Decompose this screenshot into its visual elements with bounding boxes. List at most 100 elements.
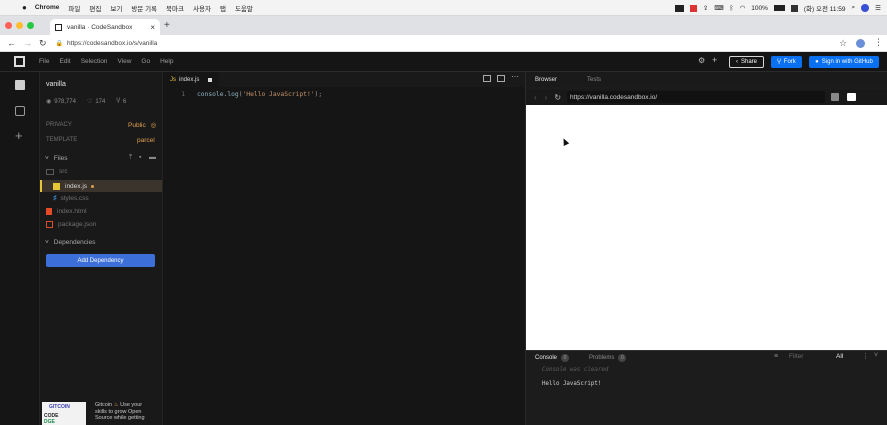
create-sandbox-icon[interactable]: + xyxy=(712,55,717,65)
editor-tab-index-js[interactable]: Js index.js xyxy=(163,72,219,87)
bookmark-star-icon[interactable]: ☆ xyxy=(839,38,847,49)
split-editor-icon[interactable] xyxy=(483,75,491,82)
control-center-icon[interactable]: ☰ xyxy=(875,4,881,12)
profile-avatar[interactable] xyxy=(856,39,865,48)
console-panel: Console 0 Problems 0 ≡ Filter All ⋮ ˅ Co… xyxy=(526,350,887,425)
upload-file-icon[interactable]: ⤒ xyxy=(129,154,132,162)
console-line-cleared: Console was cleared xyxy=(542,367,609,373)
app-menu-help[interactable]: Help xyxy=(160,58,173,65)
likes-icon[interactable]: ♡ xyxy=(87,98,92,105)
app-menu-selection[interactable]: Selection xyxy=(81,58,108,65)
add-dependency-button[interactable]: Add Dependency xyxy=(46,254,155,267)
chevron-down-icon: ˅ xyxy=(45,155,49,162)
sign-in-github-button[interactable]: ● Sign in with GitHub xyxy=(809,56,879,68)
codesandbox-logo-icon[interactable] xyxy=(14,56,25,67)
apple-icon[interactable]: ● xyxy=(22,3,27,12)
tab-problems[interactable]: Problems xyxy=(589,355,614,361)
menu-app-name[interactable]: Chrome xyxy=(35,4,60,11)
window-close-icon[interactable] xyxy=(5,22,12,29)
deployment-icon[interactable] xyxy=(15,106,25,116)
status-area: ⇪ ⌨ ᛒ ◠ 100% (화) 오전 11:59 ⌕ ☰ xyxy=(674,0,881,16)
menu-tab[interactable]: 탭 xyxy=(220,3,226,13)
menu-help[interactable]: 도움말 xyxy=(235,3,253,13)
preview-refresh-icon[interactable]: ↻ xyxy=(554,93,561,102)
menu-clock[interactable]: (화) 오전 11:59 xyxy=(804,3,846,13)
menu-file[interactable]: 파일 xyxy=(68,3,80,13)
copy-url-icon[interactable] xyxy=(831,93,840,101)
siri-icon[interactable] xyxy=(861,4,870,12)
file-tree-item-index-js[interactable]: index.js xyxy=(40,180,162,192)
preview-url-field[interactable]: https://vanilla.codesandbox.io/ xyxy=(567,91,826,103)
tab-title: vanilla · CodeSandbox xyxy=(67,23,133,31)
new-file-icon[interactable]: ▪ xyxy=(139,154,141,161)
more-options-icon[interactable]: ⋯ xyxy=(511,72,519,81)
window-minimize-icon[interactable] xyxy=(16,22,23,29)
keyboard-input-icon[interactable]: ⌨ xyxy=(714,4,723,12)
privacy-value[interactable]: Public ◎ xyxy=(128,121,156,129)
chrome-menu-icon[interactable]: ⋮ xyxy=(874,37,883,48)
app-menu-edit[interactable]: Edit xyxy=(59,58,70,65)
tab-close-icon[interactable]: × xyxy=(150,23,155,32)
menu-view[interactable]: 보기 xyxy=(110,3,122,13)
new-folder-icon[interactable]: ▬ xyxy=(149,154,156,161)
file-tree-item-styles-css[interactable]: ♯ styles.css xyxy=(53,195,89,202)
collapse-console-icon[interactable]: ˅ xyxy=(874,352,878,359)
sponsor-ad[interactable]: GITCOIN CODE DGE Gitcoin ♨ Use your skil… xyxy=(42,402,160,425)
spotlight-icon[interactable]: ⌕ xyxy=(852,4,856,12)
airplay-icon[interactable]: ⇪ xyxy=(703,4,708,12)
app-menu-view[interactable]: View xyxy=(117,58,131,65)
wifi-icon[interactable]: ◠ xyxy=(740,4,746,12)
code-line-1[interactable]: 1 console.log('Hello JavaScript!'); xyxy=(163,89,525,100)
record-indicator-icon[interactable] xyxy=(689,4,697,12)
file-tree-item-index-html[interactable]: index.html xyxy=(46,208,87,215)
fire-icon: ♨ xyxy=(113,402,119,408)
screen: ● Chrome 파일 편집 보기 방문 기록 북마크 사용자 탭 도움말 ⇪ … xyxy=(0,0,887,425)
editor-tab-unsaved-icon[interactable] xyxy=(208,77,213,82)
console-filter-input[interactable]: Filter xyxy=(789,353,803,360)
menu-history[interactable]: 방문 기록 xyxy=(131,3,157,13)
console-options-icon[interactable]: ⋮ xyxy=(862,352,869,360)
reload-icon[interactable]: ↻ xyxy=(39,38,47,49)
file-tree-folder-src[interactable]: src xyxy=(46,168,68,175)
preview-toggle-icon[interactable] xyxy=(497,75,505,82)
menu-bookmarks[interactable]: 북마크 xyxy=(166,3,184,13)
screen-record-icon[interactable] xyxy=(674,4,684,12)
input-source-icon[interactable] xyxy=(790,4,798,12)
open-new-window-icon[interactable] xyxy=(847,93,857,101)
forward-icon[interactable]: → xyxy=(23,38,32,48)
sandbox-info-icon[interactable] xyxy=(15,80,25,90)
dependencies-section-header[interactable]: ˅ Dependencies xyxy=(45,239,95,246)
preview-back-icon[interactable]: ‹ xyxy=(534,93,537,102)
app-menu-go[interactable]: Go xyxy=(141,58,150,65)
back-icon[interactable]: ← xyxy=(7,38,16,48)
clear-console-icon[interactable]: ≡ xyxy=(774,353,778,360)
activity-bar: + xyxy=(0,72,40,425)
window-zoom-icon[interactable] xyxy=(27,22,34,29)
share-button[interactable]: ‹ Share xyxy=(729,56,764,68)
url-field[interactable]: https://codesandbox.io/s/vanilla xyxy=(67,40,157,47)
files-section-header[interactable]: ˅ Files xyxy=(45,155,68,162)
menu-profiles[interactable]: 사용자 xyxy=(193,3,211,13)
log-level-select[interactable]: All xyxy=(836,353,843,360)
tab-tests[interactable]: Tests xyxy=(587,77,601,83)
sandbox-stats: ◉ 978,774 ♡ 174 Ⴤ 6 xyxy=(46,98,126,106)
add-panel-icon[interactable]: + xyxy=(15,128,23,143)
settings-gear-icon[interactable]: ⚙ xyxy=(698,56,705,65)
sandbox-name[interactable]: vanilla xyxy=(46,81,66,88)
new-tab-button[interactable]: + xyxy=(164,20,170,31)
code-function: console.log xyxy=(197,91,239,98)
battery-icon[interactable] xyxy=(773,5,785,11)
tab-browser[interactable]: Browser xyxy=(535,77,557,83)
browser-tab[interactable]: vanilla · CodeSandbox × xyxy=(50,19,160,35)
preview-viewport[interactable] xyxy=(526,105,887,350)
codesandbox-favicon-icon xyxy=(55,23,62,31)
app-menu-file[interactable]: File xyxy=(39,58,49,65)
bluetooth-icon[interactable]: ᛒ xyxy=(730,5,734,12)
preview-pane: Browser Tests ‹ › ↻ https://vanilla.code… xyxy=(525,72,887,425)
preview-forward-icon[interactable]: › xyxy=(545,93,548,102)
tab-console[interactable]: Console xyxy=(535,355,557,361)
menu-edit[interactable]: 편집 xyxy=(89,3,101,13)
template-value[interactable]: parcel xyxy=(137,137,155,144)
fork-button[interactable]: Ⴤ Fork xyxy=(771,56,802,68)
file-tree-item-package-json[interactable]: package.json xyxy=(46,221,96,228)
